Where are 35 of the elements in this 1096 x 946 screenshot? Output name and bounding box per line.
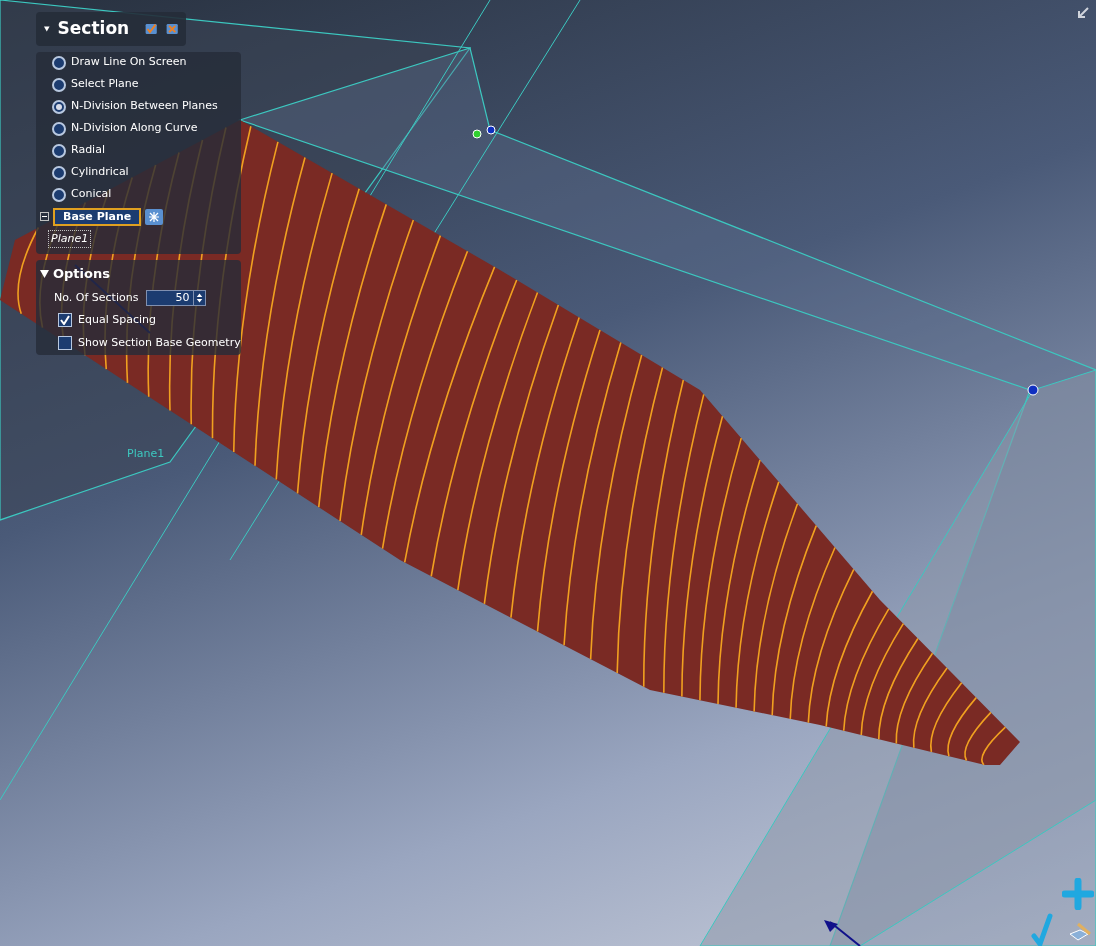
options-title: Options (53, 265, 110, 283)
radio-label: Select Plane (71, 76, 139, 93)
base-plane-button[interactable]: Base Plane (53, 207, 142, 226)
checkbox[interactable] (58, 313, 72, 328)
radio-button[interactable] (52, 187, 66, 202)
radio-label: Radial (71, 142, 105, 159)
direction-arrow (824, 920, 861, 946)
anchor-point[interactable] (472, 129, 482, 139)
radio-button[interactable] (52, 55, 66, 70)
collapse-arrow-icon[interactable] (44, 24, 50, 33)
sections-spinbox[interactable]: 50 (146, 289, 207, 306)
collapse-arrow-icon[interactable] (40, 269, 49, 278)
checkmark-icon[interactable] (1030, 912, 1054, 946)
radio-label: N-Division Along Curve (71, 120, 198, 137)
plane-label: Plane1 (127, 446, 165, 462)
collapse-box-icon[interactable] (40, 212, 49, 221)
plane-field[interactable]: Plane1 (48, 229, 92, 248)
restore-icon[interactable] (1076, 6, 1090, 20)
radio-button[interactable] (52, 143, 66, 158)
checkbox-label: Equal Spacing (78, 312, 156, 328)
radio-button[interactable] (52, 77, 66, 92)
panel-title: Section (57, 17, 130, 40)
sections-label: No. Of Sections (54, 289, 139, 306)
radio-button[interactable] (52, 121, 66, 136)
sparkle-icon[interactable] (145, 208, 164, 225)
control-point[interactable] (486, 125, 496, 135)
control-point[interactable] (1027, 384, 1039, 396)
radio-button[interactable] (52, 99, 66, 114)
checkbox[interactable] (58, 335, 72, 350)
radio-label: Conical (71, 186, 112, 203)
radio-button[interactable] (52, 165, 66, 180)
radio-label: N-Division Between Planes (71, 98, 218, 115)
radio-label: Draw Line On Screen (71, 54, 187, 71)
radio-label: Cylindrical (71, 164, 129, 181)
checkbox-label: Show Section Base Geometry (78, 334, 241, 351)
